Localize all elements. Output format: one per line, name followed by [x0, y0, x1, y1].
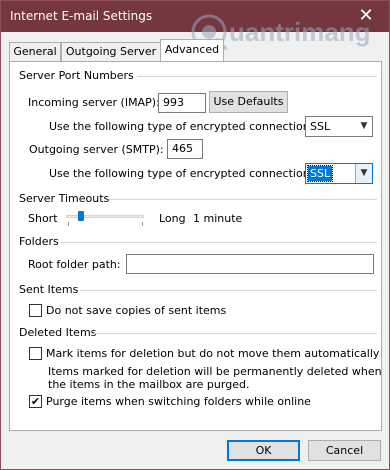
- incoming-encryption-label: Use the following type of encrypted conn…: [49, 120, 314, 133]
- root-folder-label: Root folder path:: [28, 258, 121, 271]
- incoming-server-label: Incoming server (IMAP):: [28, 96, 160, 109]
- close-icon[interactable]: ✕: [343, 1, 389, 32]
- use-defaults-button[interactable]: Use Defaults: [209, 91, 288, 113]
- cancel-button[interactable]: Cancel: [308, 440, 381, 461]
- window-title: Internet E-mail Settings: [10, 9, 153, 23]
- outgoing-encryption-value: SSL: [306, 165, 334, 182]
- group-divider: [61, 242, 377, 243]
- no-save-sent-checkbox[interactable]: [29, 304, 42, 317]
- group-divider: [80, 290, 377, 291]
- timeout-value: 1 minute: [193, 212, 243, 225]
- group-label-sent-items: Sent Items: [19, 283, 79, 296]
- chevron-down-icon[interactable]: ▼: [355, 117, 372, 136]
- timeout-long-label: Long: [159, 212, 186, 225]
- incoming-port-input[interactable]: 993: [158, 93, 206, 113]
- root-folder-input[interactable]: [126, 254, 374, 274]
- group-label-server-timeouts: Server Timeouts: [19, 192, 110, 205]
- purge-items-checkbox[interactable]: ✔: [29, 395, 42, 408]
- tab-outgoing-server[interactable]: Outgoing Server: [61, 42, 161, 61]
- group-label-folders: Folders: [19, 235, 59, 248]
- deletion-note-line1: Items marked for deletion will be perman…: [48, 365, 382, 378]
- timeout-slider-thumb[interactable]: [78, 211, 85, 221]
- group-label-deleted-items: Deleted Items: [19, 326, 97, 339]
- outgoing-server-label: Outgoing server (SMTP):: [29, 143, 164, 156]
- outgoing-port-input[interactable]: 465: [167, 139, 203, 159]
- slider-tick: [68, 222, 69, 226]
- timeout-short-label: Short: [28, 212, 58, 225]
- group-divider: [137, 76, 377, 77]
- outgoing-encryption-label: Use the following type of encrypted conn…: [49, 167, 314, 180]
- group-divider: [109, 199, 377, 200]
- advanced-panel: Server Port Numbers Incoming server (IMA…: [9, 61, 382, 431]
- outgoing-encryption-select[interactable]: SSL ▼: [305, 163, 373, 184]
- tab-general[interactable]: General: [9, 42, 61, 61]
- mark-for-deletion-label[interactable]: Mark items for deletion but do not move …: [46, 347, 379, 360]
- group-label-server-ports: Server Port Numbers: [19, 69, 134, 82]
- tab-advanced[interactable]: Advanced: [160, 39, 224, 61]
- group-divider: [94, 333, 377, 334]
- dialog-window: Internet E-mail Settings ✕ uantrimang Ge…: [0, 0, 390, 470]
- mark-for-deletion-checkbox[interactable]: [29, 347, 42, 360]
- title-bar[interactable]: Internet E-mail Settings ✕: [1, 1, 389, 32]
- chevron-down-icon[interactable]: ▼: [355, 164, 372, 183]
- incoming-encryption-select[interactable]: SSL ▼: [305, 116, 373, 137]
- purge-items-label[interactable]: Purge items when switching folders while…: [46, 395, 311, 408]
- ok-button[interactable]: OK: [227, 440, 300, 461]
- checkmark-icon: ✔: [30, 395, 41, 408]
- slider-tick: [142, 222, 143, 226]
- no-save-sent-label[interactable]: Do not save copies of sent items: [46, 304, 226, 317]
- incoming-encryption-value: SSL: [310, 120, 331, 133]
- deletion-note-line2: the items in the mailbox are purged.: [48, 378, 250, 391]
